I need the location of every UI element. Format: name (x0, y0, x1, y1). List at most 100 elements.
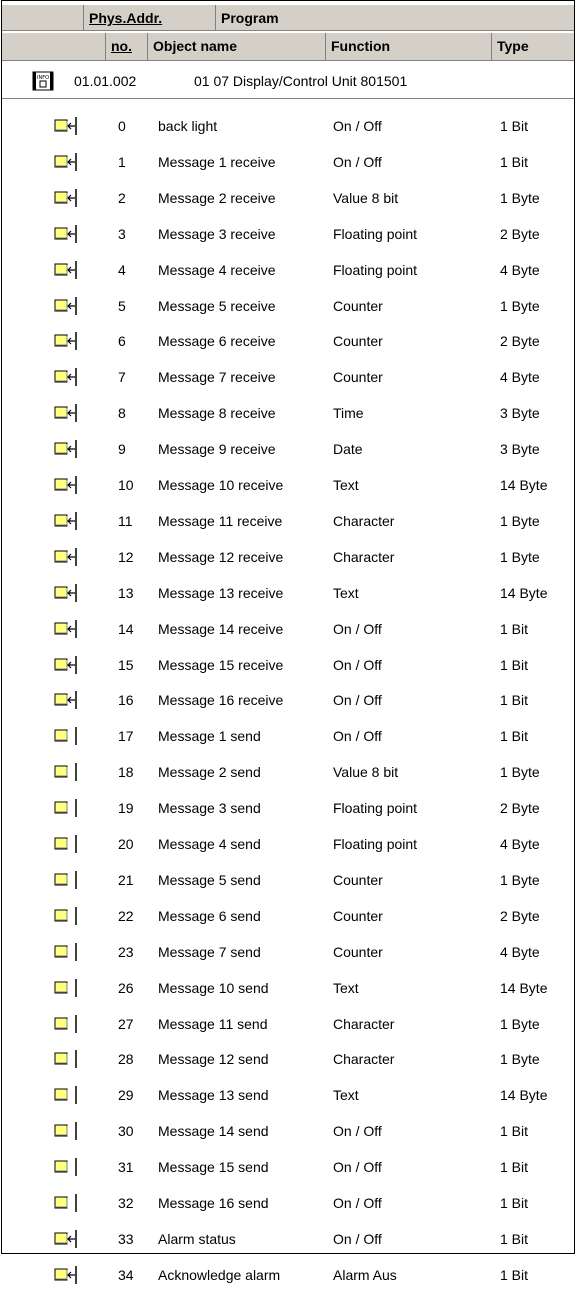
receive-object-icon (54, 224, 77, 243)
header-row-top: Phys.Addr. Program (2, 5, 574, 31)
receive-object-icon (54, 511, 77, 530)
column-header-program[interactable]: Program (216, 5, 576, 30)
object-name: Message 7 send (158, 943, 261, 960)
object-row[interactable]: 31 Message 15 send On / Off 1 Bit (2, 1150, 574, 1186)
info-icon-label: INFO (37, 75, 49, 81)
column-header-phys-addr[interactable]: Phys.Addr. (84, 5, 216, 30)
object-number: 4 (118, 261, 126, 278)
receive-object-icon (54, 619, 77, 638)
object-function: On / Off (333, 1159, 382, 1176)
object-number: 26 (118, 979, 134, 996)
object-number: 5 (118, 297, 126, 314)
object-type: 2 Byte (500, 907, 540, 924)
header-spacer (2, 33, 106, 60)
object-row[interactable]: 12 Message 12 receive Character 1 Byte (2, 540, 574, 576)
object-function: Text (333, 584, 359, 601)
object-row[interactable]: 26 Message 10 send Text 14 Byte (2, 971, 574, 1007)
object-row[interactable]: 30 Message 14 send On / Off 1 Bit (2, 1114, 574, 1150)
object-row[interactable]: 4 Message 4 receive Floating point 4 Byte (2, 253, 574, 289)
object-name: Message 10 send (158, 979, 269, 996)
object-number: 0 (118, 118, 126, 134)
object-row[interactable]: 1 Message 1 receive On / Off 1 Bit (2, 145, 574, 181)
object-number: 23 (118, 943, 134, 960)
object-row[interactable]: 3 Message 3 receive Floating point 2 Byte (2, 217, 574, 253)
object-row[interactable]: 17 Message 1 send On / Off 1 Bit (2, 719, 574, 755)
object-row[interactable]: 20 Message 4 send Floating point 4 Byte (2, 827, 574, 863)
object-row[interactable]: 9 Message 9 receive Date 3 Byte (2, 432, 574, 468)
send-object-icon (54, 1050, 77, 1069)
object-number: 31 (118, 1159, 134, 1176)
object-number: 6 (118, 333, 126, 350)
object-row[interactable]: 14 Message 14 receive On / Off 1 Bit (2, 612, 574, 648)
object-row[interactable]: 6 Message 6 receive Counter 2 Byte (2, 324, 574, 360)
object-function: Counter (333, 871, 383, 888)
object-number: 10 (118, 477, 134, 493)
object-type: 1 Bit (500, 1230, 529, 1247)
object-name: Message 12 send (158, 1051, 269, 1068)
object-row[interactable]: 2 Message 2 receive Value 8 bit 1 Byte (2, 181, 574, 217)
object-row[interactable]: 18 Message 2 send Value 8 bit 1 Byte (2, 755, 574, 791)
object-type: 2 Byte (500, 333, 540, 350)
object-function: Character (333, 548, 395, 565)
object-row[interactable]: 0 back light On / Off 1 Bit (2, 109, 574, 145)
send-object-icon (54, 1194, 77, 1212)
receive-object-icon (54, 260, 77, 279)
object-type: 3 Byte (500, 441, 540, 458)
object-type: 2 Byte (500, 225, 540, 242)
object-row[interactable]: 32 Message 16 send On / Off 1 Bit (2, 1186, 574, 1222)
device-group-row[interactable]: INFO 01.01.002 01 07 Display/Control Uni… (2, 65, 574, 99)
receive-object-icon (54, 404, 77, 423)
object-row[interactable]: 11 Message 11 receive Character 1 Byte (2, 504, 574, 540)
object-row[interactable]: 7 Message 7 receive Counter 4 Byte (2, 360, 574, 396)
send-object-icon (54, 799, 77, 818)
object-number: 22 (118, 907, 134, 924)
object-row[interactable]: 15 Message 15 receive On / Off 1 Bit (2, 648, 574, 684)
object-number: 33 (118, 1230, 134, 1247)
object-function: Counter (333, 943, 383, 960)
column-header-object-name[interactable]: Object name (148, 33, 326, 60)
object-number: 29 (118, 1087, 134, 1104)
object-name: Message 11 send (158, 1015, 268, 1032)
object-name: Message 7 receive (158, 369, 276, 386)
object-function: Character (333, 512, 395, 529)
object-row[interactable]: 33 Alarm status On / Off 1 Bit (2, 1222, 574, 1258)
object-row[interactable]: 16 Message 16 receive On / Off 1 Bit (2, 683, 574, 719)
receive-object-icon (54, 332, 77, 351)
object-function: Character (333, 1051, 395, 1068)
object-number: 2 (118, 189, 126, 206)
object-name: Message 2 receive (158, 189, 276, 206)
object-type: 4 Byte (500, 836, 540, 852)
object-type: 2 Byte (500, 800, 540, 817)
object-row[interactable]: 8 Message 8 receive Time 3 Byte (2, 396, 574, 432)
send-object-icon (54, 1014, 77, 1033)
object-row[interactable]: 34 Acknowledge alarm Alarm Aus 1 Bit (2, 1258, 574, 1294)
object-row[interactable]: 5 Message 5 receive Counter 1 Byte (2, 289, 574, 325)
column-header-function[interactable]: Function (326, 33, 492, 60)
object-function: Character (333, 1015, 395, 1032)
object-row[interactable]: 10 Message 10 receive Text 14 Byte (2, 468, 574, 504)
receive-object-icon (54, 547, 77, 566)
object-type: 1 Byte (500, 548, 540, 565)
object-row[interactable]: 23 Message 7 send Counter 4 Byte (2, 935, 574, 971)
object-name: Message 5 send (158, 871, 261, 888)
object-name: Message 4 receive (158, 261, 276, 278)
object-number: 30 (118, 1123, 134, 1140)
object-row[interactable]: 27 Message 11 send Character 1 Byte (2, 1007, 574, 1043)
object-row[interactable]: 21 Message 5 send Counter 1 Byte (2, 863, 574, 899)
object-row[interactable]: 29 Message 13 send Text 14 Byte (2, 1078, 574, 1114)
object-row[interactable]: 22 Message 6 send Counter 2 Byte (2, 899, 574, 935)
object-function: On / Off (333, 1230, 382, 1247)
object-row[interactable]: 13 Message 13 receive Text 14 Byte (2, 576, 574, 612)
object-number: 28 (118, 1051, 134, 1068)
object-function: On / Off (333, 118, 382, 134)
object-row[interactable]: 19 Message 3 send Floating point 2 Byte (2, 791, 574, 827)
object-name: Message 15 receive (158, 656, 284, 673)
object-type: 4 Byte (500, 943, 540, 960)
column-header-type[interactable]: Type (492, 33, 576, 60)
column-header-no[interactable]: no. (106, 33, 148, 60)
object-name: Message 13 receive (158, 584, 284, 601)
object-row[interactable]: 28 Message 12 send Character 1 Byte (2, 1042, 574, 1078)
object-type: 1 Byte (500, 1051, 540, 1068)
object-type: 1 Byte (500, 297, 540, 314)
object-function: Counter (333, 333, 383, 350)
